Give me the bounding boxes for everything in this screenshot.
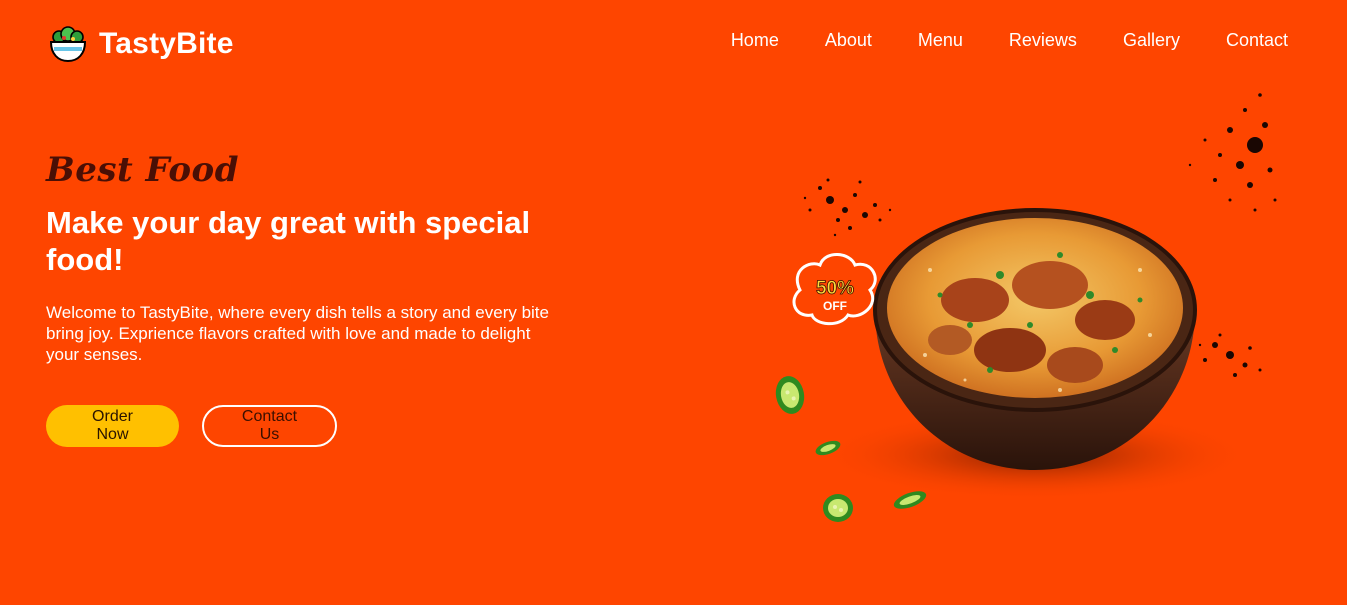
hero-food-image: 50% OFF bbox=[760, 70, 1320, 570]
pepper-splatter-left bbox=[803, 178, 892, 237]
brand-name: TastyBite bbox=[99, 27, 234, 60]
nav-link-menu[interactable]: Menu bbox=[918, 30, 963, 50]
nav-link-about[interactable]: About bbox=[825, 30, 872, 50]
nav-link-home[interactable]: Home bbox=[731, 30, 779, 50]
nav-menu: Home About Menu Reviews Gallery Contact bbox=[731, 30, 1288, 51]
hero-intro: Welcome to TastyBite, where every dish t… bbox=[46, 303, 549, 364]
nav-link-contact[interactable]: Contact bbox=[1226, 30, 1288, 50]
hero-tagline: Best Food bbox=[46, 150, 239, 190]
nav-item-menu: Menu bbox=[918, 30, 963, 51]
brand[interactable]: TastyBite bbox=[48, 24, 234, 64]
nav-item-about: About bbox=[825, 30, 872, 51]
hero-headline: Make your day great with special food! bbox=[46, 205, 531, 277]
biryani-bowl-illustration: 50% OFF bbox=[775, 93, 1277, 522]
contact-us-button[interactable]: Contact Us bbox=[202, 405, 337, 447]
salad-bowl-icon bbox=[49, 26, 87, 63]
badge-off: OFF bbox=[823, 299, 847, 313]
nav-link-reviews[interactable]: Reviews bbox=[1009, 30, 1077, 50]
order-now-button[interactable]: Order Now bbox=[46, 405, 179, 447]
hero-buttons: Order Now Contact Us bbox=[46, 405, 566, 447]
nav-item-gallery: Gallery bbox=[1123, 30, 1180, 51]
nav-item-home: Home bbox=[731, 30, 779, 51]
hero-section: Best Food Make your day great with speci… bbox=[46, 150, 566, 447]
nav-item-reviews: Reviews bbox=[1009, 30, 1077, 51]
nav-item-contact: Contact bbox=[1226, 30, 1288, 51]
pepper-splatter-top-right bbox=[1188, 93, 1277, 212]
badge-percent: 50% bbox=[816, 278, 854, 299]
nav-link-gallery[interactable]: Gallery bbox=[1123, 30, 1180, 50]
pepper-splatter-right bbox=[1198, 333, 1262, 377]
discount-badge: 50% OFF bbox=[792, 253, 877, 326]
